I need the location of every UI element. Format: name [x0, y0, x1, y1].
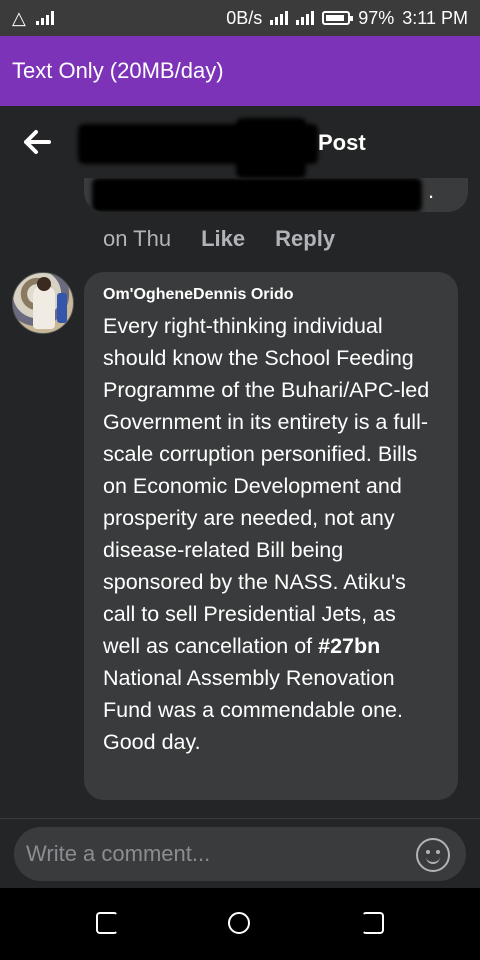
comment-composer: Write a comment...	[0, 818, 480, 888]
status-bar: △ 0B/s 97% 3:11 PM	[0, 0, 480, 36]
data-rate: 0B/s	[226, 7, 263, 28]
emoji-icon[interactable]	[416, 838, 450, 872]
hashtag-link[interactable]: #27bn	[318, 634, 380, 658]
reply-button[interactable]: Reply	[275, 226, 335, 252]
arrow-left-icon[interactable]	[22, 128, 52, 156]
data-mode-banner[interactable]: Text Only (20MB/day)	[0, 36, 480, 106]
comment-bubble[interactable]: Om'OgheneDennis Orido Every right-thinki…	[84, 272, 458, 800]
signal-icon	[35, 11, 54, 25]
redacted-comment-text	[92, 178, 422, 212]
comment-author[interactable]: Om'OgheneDennis Orido	[103, 286, 438, 304]
like-button[interactable]: Like	[201, 226, 245, 252]
comment-text: Every right-thinking individual should k…	[103, 310, 438, 758]
post-header: Post	[0, 106, 480, 180]
signal-icon	[296, 11, 315, 25]
system-nav-bar	[0, 888, 480, 960]
comment-text-part: Every right-thinking individual should k…	[103, 314, 430, 658]
page-title: Post	[318, 130, 366, 155]
previous-comment-tail: .	[428, 178, 435, 203]
clock: 3:11 PM	[402, 7, 468, 28]
warning-icon: △	[12, 7, 26, 28]
battery-icon	[322, 11, 354, 25]
comment-input[interactable]: Write a comment...	[14, 827, 466, 881]
battery-percent: 97%	[358, 7, 395, 28]
banner-text: Text Only (20MB/day)	[12, 58, 224, 83]
previous-comment-bubble[interactable]: .	[84, 178, 468, 212]
redacted-author-name	[236, 118, 306, 178]
recent-apps-button[interactable]	[96, 912, 118, 934]
comment-input-placeholder: Write a comment...	[26, 841, 211, 866]
home-button[interactable]	[228, 912, 250, 934]
signal-icon	[270, 11, 289, 25]
previous-comment-actions: on Thu Like Reply	[103, 226, 335, 252]
comment-time: on Thu	[103, 226, 172, 251]
avatar[interactable]	[12, 272, 74, 334]
comment-text-part: National Assembly Renovation Fund was a …	[103, 666, 403, 754]
back-button[interactable]	[362, 912, 384, 934]
